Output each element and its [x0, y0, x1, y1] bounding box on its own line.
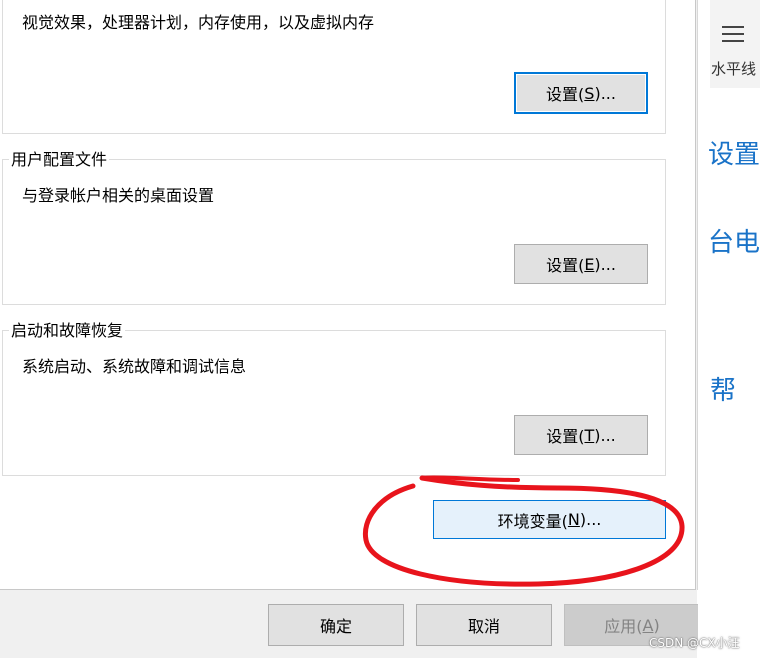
startup-recovery-settings-suffix: )... [594, 425, 616, 445]
user-profiles-title: 用户配置文件 [9, 150, 110, 170]
advanced-tab-page: 视觉效果，处理器计划，内存使用，以及虚拟内存 设置(S)... 用户配置文件 与… [0, 0, 696, 590]
csdn-watermark: CSDN @CX小汪 [649, 636, 740, 650]
user-profiles-description: 与登录帐户相关的桌面设置 [22, 186, 215, 205]
apply-label: 应用( [604, 617, 643, 636]
environment-variables-label: 环境变量( [497, 511, 568, 531]
user-profiles-group: 用户配置文件 与登录帐户相关的桌面设置 设置(E)... [2, 150, 666, 305]
environment-variables-suffix: )... [579, 510, 602, 529]
ok-label: 确定 [319, 617, 352, 636]
startup-recovery-group: 启动和故障恢复 系统启动、系统故障和调试信息 设置(T)... [2, 321, 666, 476]
user-profiles-settings-accel: E [584, 254, 595, 274]
side-link-device[interactable]: 台电 [708, 222, 760, 259]
background-settings-window: 水平线 设置 台电 帮 [698, 0, 760, 658]
system-properties-dialog: 视觉效果，处理器计划，内存使用，以及虚拟内存 设置(S)... 用户配置文件 与… [0, 0, 700, 658]
performance-settings-button[interactable]: 设置(S)... [514, 72, 648, 114]
environment-variables-button[interactable]: 环境变量(N)... [433, 500, 666, 539]
performance-group: 视觉效果，处理器计划，内存使用，以及虚拟内存 设置(S)... [2, 0, 666, 134]
user-profiles-settings-button[interactable]: 设置(E)... [514, 244, 648, 284]
apply-accel: A [642, 615, 654, 635]
startup-recovery-title: 启动和故障恢复 [9, 321, 126, 341]
startup-recovery-settings-button[interactable]: 设置(T)... [514, 415, 648, 455]
startup-recovery-settings-accel: T [584, 425, 595, 445]
side-link-settings[interactable]: 设置 [708, 134, 760, 171]
hamburger-menu-icon[interactable] [722, 26, 744, 44]
user-profiles-settings-label: 设置( [546, 256, 585, 275]
user-profiles-settings-suffix: )... [594, 254, 616, 274]
performance-settings-label: 设置( [546, 85, 585, 104]
side-menu-label: 水平线 [711, 60, 757, 78]
startup-recovery-description: 系统启动、系统故障和调试信息 [22, 357, 247, 376]
performance-settings-accel: S [584, 83, 595, 103]
cancel-label: 取消 [467, 617, 500, 636]
side-link-help[interactable]: 帮 [710, 370, 736, 407]
startup-recovery-settings-label: 设置( [546, 427, 585, 446]
ok-button[interactable]: 确定 [268, 604, 404, 646]
environment-variables-accel: N [567, 510, 580, 529]
performance-settings-suffix: )... [594, 83, 616, 103]
cancel-button[interactable]: 取消 [416, 604, 552, 646]
apply-suffix: ) [653, 615, 660, 635]
performance-description: 视觉效果，处理器计划，内存使用，以及虚拟内存 [22, 13, 375, 32]
